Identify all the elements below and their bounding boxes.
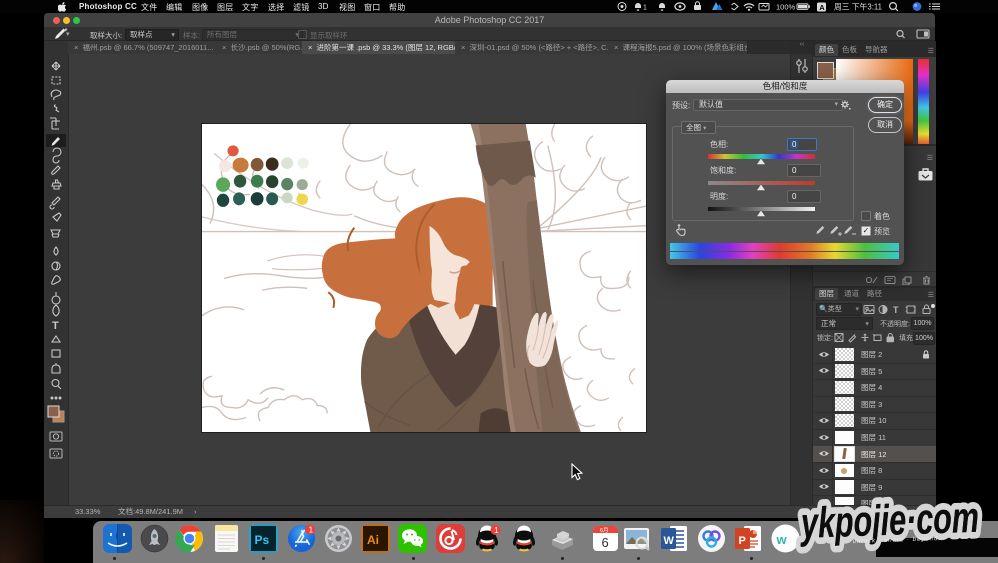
svg-text:W: W [663,535,674,547]
svg-text:Ai: Ai [367,533,379,547]
svg-text:100%: 100% [776,3,796,12]
svg-text:1: 1 [494,526,499,535]
svg-text:6月: 6月 [600,527,609,534]
svg-text:P: P [739,535,746,547]
svg-text:Ps: Ps [255,533,270,547]
svg-text:T: T [52,320,59,332]
svg-text:周三 下午3:11: 周三 下午3:11 [834,2,882,12]
svg-text:6: 6 [601,535,608,550]
svg-text:A: A [819,3,825,12]
svg-text:1: 1 [308,525,313,534]
svg-text:T: T [893,305,899,315]
svg-text:1: 1 [643,5,647,12]
